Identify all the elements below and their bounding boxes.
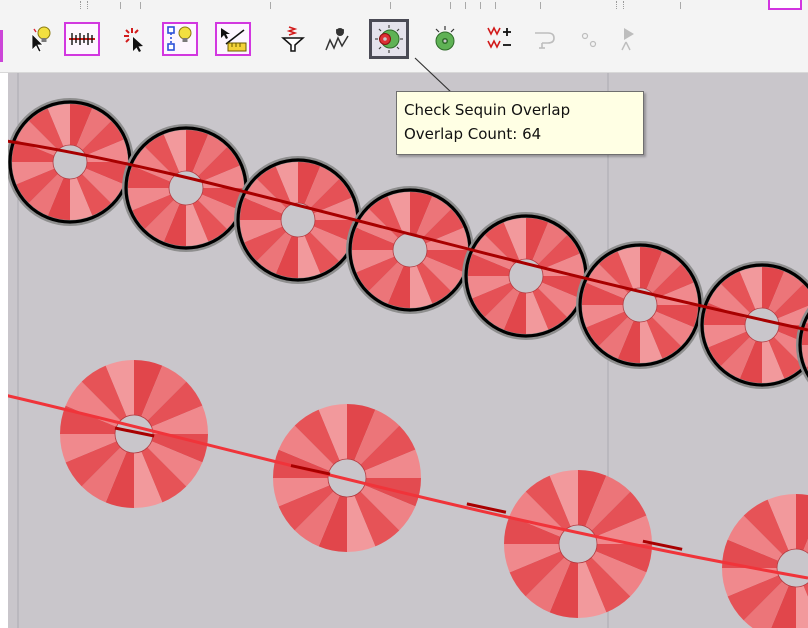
sequin[interactable] — [234, 156, 362, 284]
canvas-left-gutter — [0, 73, 8, 628]
embroidery-editor: Check Sequin Overlap Overlap Count: 64 — [0, 0, 808, 628]
sequin-hole — [744, 307, 780, 343]
check-sequin-overlap-button[interactable] — [369, 19, 409, 59]
check-sequin-overlap-tooltip: Check Sequin Overlap Overlap Count: 64 — [396, 91, 644, 155]
tooltip-title: Check Sequin Overlap — [404, 101, 571, 119]
pointer-bulb-icon — [31, 26, 51, 53]
dots-tool[interactable] — [572, 22, 606, 56]
sequin-segment — [796, 494, 808, 551]
measure-icon — [221, 28, 247, 52]
spaced-sequin-row[interactable] — [8, 360, 808, 628]
design-canvas-frame — [0, 73, 808, 628]
sequin[interactable] — [462, 212, 590, 340]
node-bulb-icon — [167, 26, 192, 51]
measure-tool[interactable] — [215, 22, 251, 56]
dropdown-corner-button[interactable] — [768, 0, 802, 10]
ruler-tool[interactable] — [64, 22, 100, 56]
flag-cursor-tool[interactable] — [612, 22, 646, 56]
filter-funnel-icon — [281, 26, 305, 52]
sequin[interactable] — [576, 241, 704, 369]
design-canvas[interactable] — [8, 73, 808, 628]
ruler-icon — [69, 33, 95, 45]
path-tool[interactable] — [320, 22, 354, 56]
select-pointer-tool[interactable] — [24, 22, 58, 56]
toolbar — [0, 10, 808, 73]
sequin[interactable] — [346, 186, 474, 314]
flag-cursor-icon — [621, 28, 634, 51]
sequin-icon — [435, 26, 455, 51]
toolbar-grip-icon[interactable] — [80, 1, 88, 9]
tooltip-overlap-count: Overlap Count: 64 — [404, 125, 542, 143]
toolbar-left-separator — [0, 30, 3, 62]
connect-tool[interactable] — [528, 22, 562, 56]
toolbar-grip-icon[interactable] — [616, 1, 624, 9]
sparkle-select-tool[interactable] — [118, 22, 152, 56]
node-bulb-tool[interactable] — [162, 22, 198, 56]
sparkle-cursor-icon — [124, 28, 143, 52]
sequin-design-drawing[interactable] — [8, 73, 808, 628]
sequin-overlap-icon — [375, 25, 403, 53]
connect-icon — [535, 32, 555, 49]
path-zigzag-icon — [325, 28, 349, 51]
sequin[interactable] — [722, 494, 808, 628]
filter-tool[interactable] — [276, 22, 310, 56]
stitch-plus-minus-icon — [487, 26, 511, 49]
sequin[interactable] — [60, 360, 209, 508]
stitch-line — [114, 426, 808, 577]
stitch-plus-minus-tool[interactable] — [483, 22, 517, 56]
sequin-tool[interactable] — [428, 22, 462, 56]
dots-icon — [581, 32, 597, 48]
